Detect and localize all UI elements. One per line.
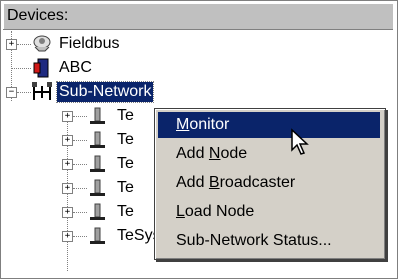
tree-item-abc[interactable]: ABC: [1, 57, 397, 81]
tree-item-label: Te: [117, 179, 134, 196]
menu-item-text: ode: [220, 145, 248, 162]
tree-connector: [73, 164, 87, 165]
device-abc-icon: [33, 58, 49, 78]
tree-connector: [17, 92, 31, 93]
menu-item-add-broadcaster[interactable]: Add Broadcaster: [158, 170, 380, 196]
tree-connector: [17, 44, 31, 45]
menu-item-text: oad Node: [184, 203, 255, 220]
expand-toggle[interactable]: +: [62, 231, 73, 242]
panel-title: Devices:: [7, 7, 69, 24]
tree-connector: [73, 212, 87, 213]
mouse-pointer-icon: [291, 128, 309, 155]
tree-item-label: Sub-Network: [55, 81, 155, 103]
expand-toggle[interactable]: +: [6, 39, 17, 50]
menu-item-add-node[interactable]: Add Node: [158, 141, 380, 167]
menu-item-load-node[interactable]: Load Node: [158, 199, 380, 225]
tesys-node-icon: [90, 203, 105, 220]
subnetwork-icon: [32, 82, 52, 100]
panel-header: Devices:: [3, 3, 393, 30]
tree-item-label: Te: [117, 203, 134, 220]
menu-item-text: Add: [176, 145, 209, 162]
tree-connector: [73, 116, 87, 117]
tesys-node-icon: [90, 131, 105, 148]
expand-toggle[interactable]: +: [62, 111, 73, 122]
expand-toggle[interactable]: +: [62, 207, 73, 218]
tree-connector: [73, 140, 87, 141]
tree-item-label: Te: [117, 131, 134, 148]
menu-item-text: roadcaster: [219, 174, 296, 191]
tree-item-label: Te: [117, 107, 134, 124]
context-menu: Monitor Add Node Add Broadcaster Load No…: [154, 108, 386, 260]
menu-item-accelerator: B: [208, 174, 220, 191]
expand-toggle[interactable]: +: [62, 159, 73, 170]
menu-item-accelerator: M: [176, 116, 190, 133]
tesys-node-icon: [90, 227, 105, 244]
menu-item-monitor[interactable]: Monitor: [158, 112, 380, 138]
menu-item-text: onitor: [189, 116, 230, 133]
tree-item-subnetwork[interactable]: − Sub-Network: [1, 81, 397, 105]
tree-item-label: ABC: [59, 59, 92, 76]
tree-item-label: Te: [117, 155, 134, 172]
tesys-node-icon: [90, 179, 105, 196]
collapse-toggle[interactable]: −: [6, 87, 17, 98]
tree-connector: [73, 188, 87, 189]
menu-item-text: Add: [176, 174, 209, 191]
menu-item-accelerator: N: [208, 145, 221, 162]
expand-toggle[interactable]: +: [62, 135, 73, 146]
tree-item-label: Fieldbus: [59, 35, 120, 52]
expand-toggle[interactable]: +: [62, 183, 73, 194]
fieldbus-icon: [33, 35, 51, 52]
tesys-node-icon: [90, 107, 105, 124]
tesys-node-icon: [90, 155, 105, 172]
tree-connector: [11, 68, 31, 69]
tree-connector: [73, 236, 87, 237]
menu-item-accelerator: L: [176, 203, 185, 220]
menu-item-subnetwork-status[interactable]: Sub-Network Status...: [158, 228, 380, 254]
menu-item-text: Sub-Network Status...: [176, 232, 332, 249]
tree-item-fieldbus[interactable]: + Fieldbus: [1, 33, 397, 57]
